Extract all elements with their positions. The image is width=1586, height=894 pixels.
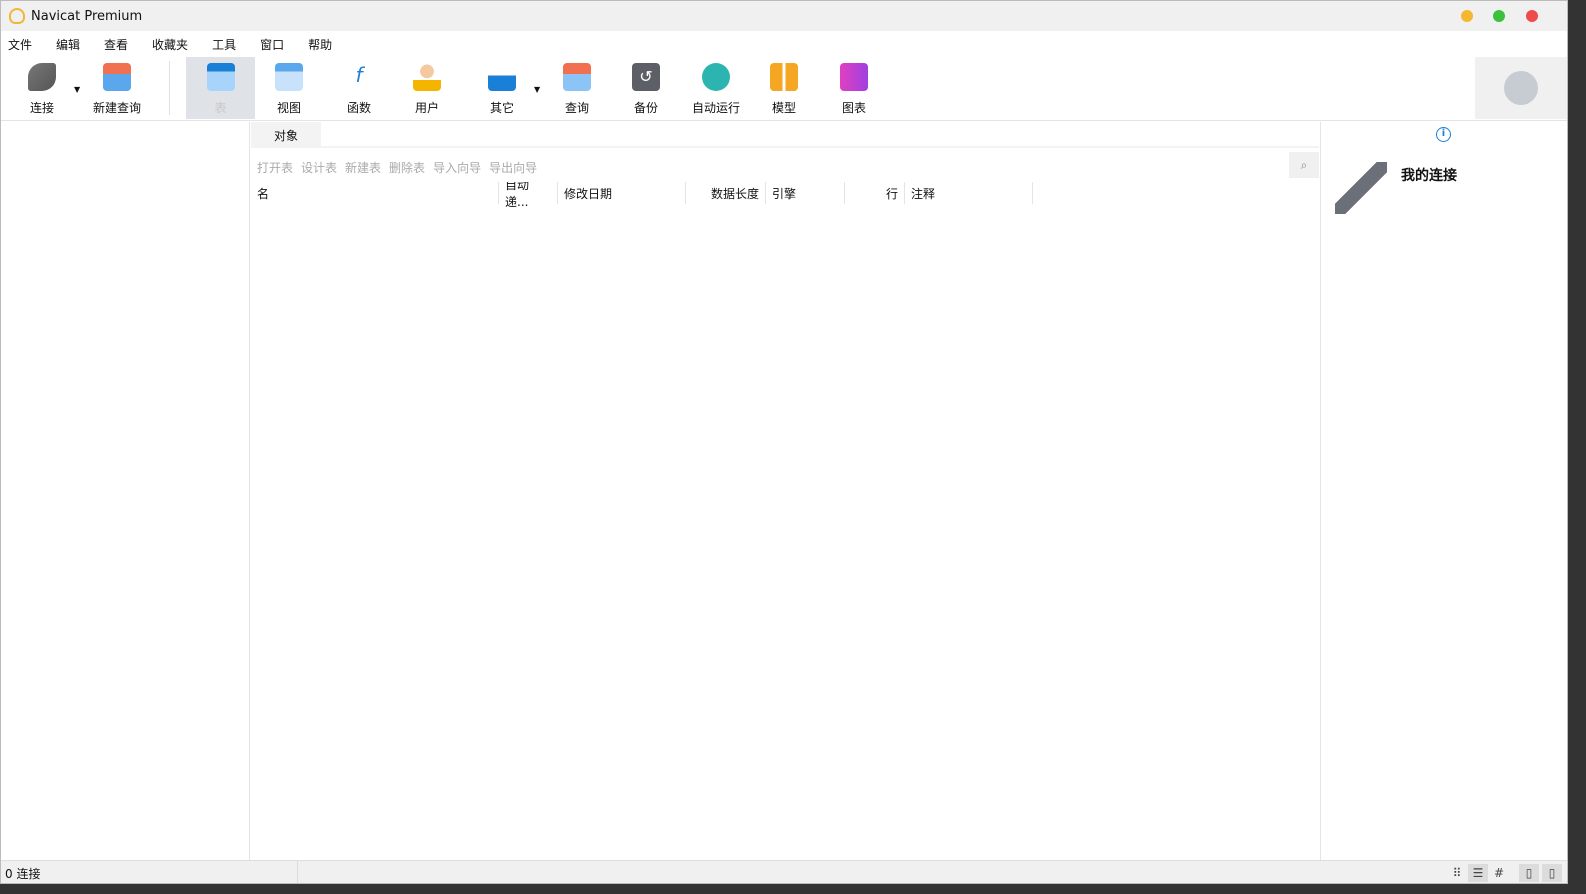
others-button[interactable]: 其它 bbox=[469, 57, 535, 119]
tab-bar: 对象 bbox=[251, 122, 1319, 148]
window-title: Navicat Premium bbox=[31, 8, 143, 24]
connect-button[interactable]: 连接 bbox=[9, 57, 75, 119]
table-button[interactable]: 表 bbox=[186, 57, 255, 119]
menu-help[interactable]: 帮助 bbox=[308, 36, 332, 53]
backup-button[interactable]: ↺ 备份 bbox=[613, 57, 679, 119]
menu-view[interactable]: 查看 bbox=[104, 36, 128, 53]
table-icon bbox=[206, 63, 235, 91]
new-query-icon bbox=[103, 63, 131, 91]
detail-view-button[interactable]: # bbox=[1489, 864, 1509, 882]
delete-table-button[interactable]: 删除表 bbox=[389, 159, 425, 176]
navicat-logo-icon bbox=[9, 8, 25, 24]
others-dropdown-icon[interactable]: ▼ bbox=[534, 85, 540, 94]
column-rows[interactable]: 行 bbox=[845, 182, 905, 204]
plug-icon bbox=[1335, 162, 1387, 214]
query-icon bbox=[563, 63, 591, 91]
chart-button[interactable]: 图表 bbox=[821, 57, 887, 119]
model-button[interactable]: 模型 bbox=[751, 57, 817, 119]
import-wizard-button[interactable]: 导入向导 bbox=[433, 159, 481, 176]
menu-file[interactable]: 文件 bbox=[8, 36, 32, 53]
function-button[interactable]: f 函数 bbox=[326, 57, 392, 119]
object-pane: 对象 打开表 设计表 新建表 删除表 导入向导 导出向导 ⌕ 名 自动递... … bbox=[251, 122, 1319, 860]
plug-icon bbox=[28, 63, 56, 91]
toggle-right-pane-button[interactable]: ▯ bbox=[1542, 864, 1562, 882]
table-header: 名 自动递... 修改日期 数据长度 引擎 行 注释 bbox=[251, 178, 1319, 209]
column-data-length[interactable]: 数据长度 bbox=[686, 182, 766, 204]
function-icon: f bbox=[355, 63, 363, 87]
avatar-icon bbox=[1504, 71, 1538, 105]
backup-icon: ↺ bbox=[632, 63, 660, 91]
column-modified-date[interactable]: 修改日期 bbox=[558, 182, 686, 204]
account-avatar[interactable] bbox=[1475, 57, 1567, 119]
connect-dropdown-icon[interactable]: ▼ bbox=[74, 85, 80, 94]
view-icon bbox=[275, 63, 303, 91]
column-comment[interactable]: 注释 bbox=[905, 182, 1033, 204]
list-view-button[interactable]: ☰ bbox=[1468, 864, 1488, 882]
model-icon bbox=[770, 63, 798, 91]
object-toolbar: 打开表 设计表 新建表 删除表 导入向导 导出向导 ⌕ bbox=[251, 152, 1319, 182]
column-name[interactable]: 名 bbox=[251, 182, 499, 204]
info-pane: i 我的连接 bbox=[1320, 122, 1567, 860]
export-wizard-button[interactable]: 导出向导 bbox=[489, 159, 537, 176]
connection-count: 0 连接 bbox=[1, 861, 298, 883]
menu-window[interactable]: 窗口 bbox=[260, 36, 284, 53]
menu-bar: 文件 编辑 查看 收藏夹 工具 窗口 帮助 bbox=[1, 31, 1567, 57]
user-icon bbox=[413, 63, 441, 91]
automation-button[interactable]: 自动运行 bbox=[682, 57, 750, 119]
design-table-button[interactable]: 设计表 bbox=[301, 159, 337, 176]
tools-icon bbox=[488, 63, 516, 91]
user-button[interactable]: 用户 bbox=[394, 57, 460, 119]
icon-view-button[interactable]: ⠿ bbox=[1447, 864, 1467, 882]
new-query-button[interactable]: 新建查询 bbox=[84, 57, 150, 119]
toggle-left-pane-button[interactable]: ▯ bbox=[1519, 864, 1539, 882]
connection-title: 我的连接 bbox=[1401, 168, 1457, 184]
menu-favorites[interactable]: 收藏夹 bbox=[152, 36, 188, 53]
search-icon[interactable]: ⌕ bbox=[1289, 152, 1319, 178]
view-button[interactable]: 视图 bbox=[256, 57, 322, 119]
navigation-pane bbox=[1, 122, 250, 860]
column-engine[interactable]: 引擎 bbox=[766, 182, 845, 204]
close-button[interactable] bbox=[1526, 10, 1538, 22]
app-window: Navicat Premium 文件 编辑 查看 收藏夹 工具 窗口 帮助 连接… bbox=[0, 0, 1568, 884]
tab-objects[interactable]: 对象 bbox=[251, 122, 321, 148]
status-bar: 0 连接 ⠿ ☰ # ▯ ▯ bbox=[1, 860, 1567, 883]
robot-icon bbox=[702, 63, 730, 91]
toolbar-divider bbox=[169, 61, 170, 115]
menu-tools[interactable]: 工具 bbox=[212, 36, 236, 53]
new-table-button[interactable]: 新建表 bbox=[345, 159, 381, 176]
info-icon[interactable]: i bbox=[1436, 127, 1451, 142]
maximize-button[interactable] bbox=[1493, 10, 1505, 22]
column-auto-increment[interactable]: 自动递... bbox=[499, 178, 558, 209]
title-bar: Navicat Premium bbox=[1, 1, 1567, 31]
menu-edit[interactable]: 编辑 bbox=[56, 36, 80, 53]
open-table-button[interactable]: 打开表 bbox=[257, 159, 293, 176]
chart-icon bbox=[840, 63, 868, 91]
main-toolbar: 连接 ▼ 新建查询 表 视图 f 函数 用户 其它 ▼ 查询 ↺ 备份 自动运行 模… bbox=[1, 57, 1567, 121]
query-button[interactable]: 查询 bbox=[544, 57, 610, 119]
minimize-button[interactable] bbox=[1461, 10, 1473, 22]
